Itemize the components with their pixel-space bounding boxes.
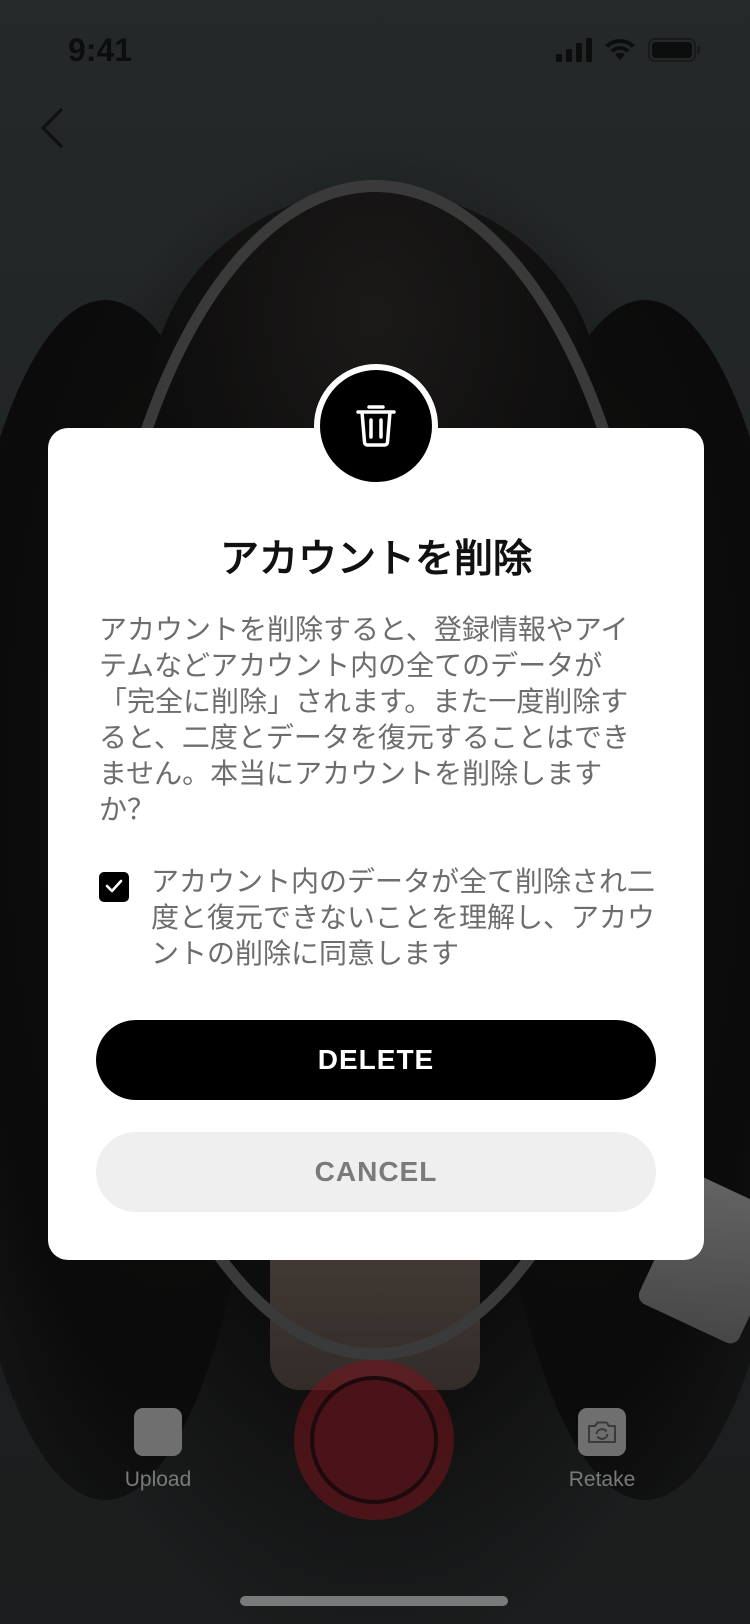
shutter-inner-circle [310,1376,438,1504]
wifi-icon [604,38,636,66]
upload-button[interactable]: Upload [108,1408,208,1492]
back-button[interactable] [22,100,82,160]
consent-checkbox-row[interactable]: アカウント内のデータが全て削除され二度と復元できないことを理解し、アカウントの削… [99,864,669,972]
dialog-title: アカウントを削除 [219,537,532,582]
chevron-left-icon [39,107,65,153]
image-upload-icon [134,1408,182,1456]
status-icons [556,38,702,66]
upload-label: Upload [124,1468,192,1491]
status-bar: 9:41 [0,0,750,100]
shutter-button[interactable] [294,1360,454,1520]
consent-label: アカウント内のデータが全て削除され二度と復元できないことを理解し、アカウントの削… [151,865,656,970]
delete-account-dialog: アカウントを削除 アカウントを削除すると、登録情報やアイテムなどアカウント内の全… [48,428,704,1260]
cellular-signal-icon [556,38,592,66]
retake-button[interactable]: Retake [552,1408,652,1492]
camera-controls: Upload Retake [0,1360,750,1520]
trash-icon [350,398,402,454]
camera-flip-icon [578,1408,626,1456]
delete-button[interactable]: DELETE [96,1020,656,1100]
retake-label: Retake [568,1468,636,1491]
consent-checkbox[interactable] [99,872,129,902]
checkmark-icon [105,878,123,897]
dialog-message: アカウントを削除すると、登録情報やアイテムなどアカウント内の全てのデータが「完全… [99,613,630,826]
home-indicator [240,1596,508,1606]
cancel-button[interactable]: CANCEL [96,1132,656,1212]
status-time: 9:41 [68,32,133,68]
battery-icon [648,38,702,66]
trash-badge [314,364,438,488]
screen: 9:41 Upload Retake アカウントを削除 アカウントを削除すると、… [0,0,750,1624]
